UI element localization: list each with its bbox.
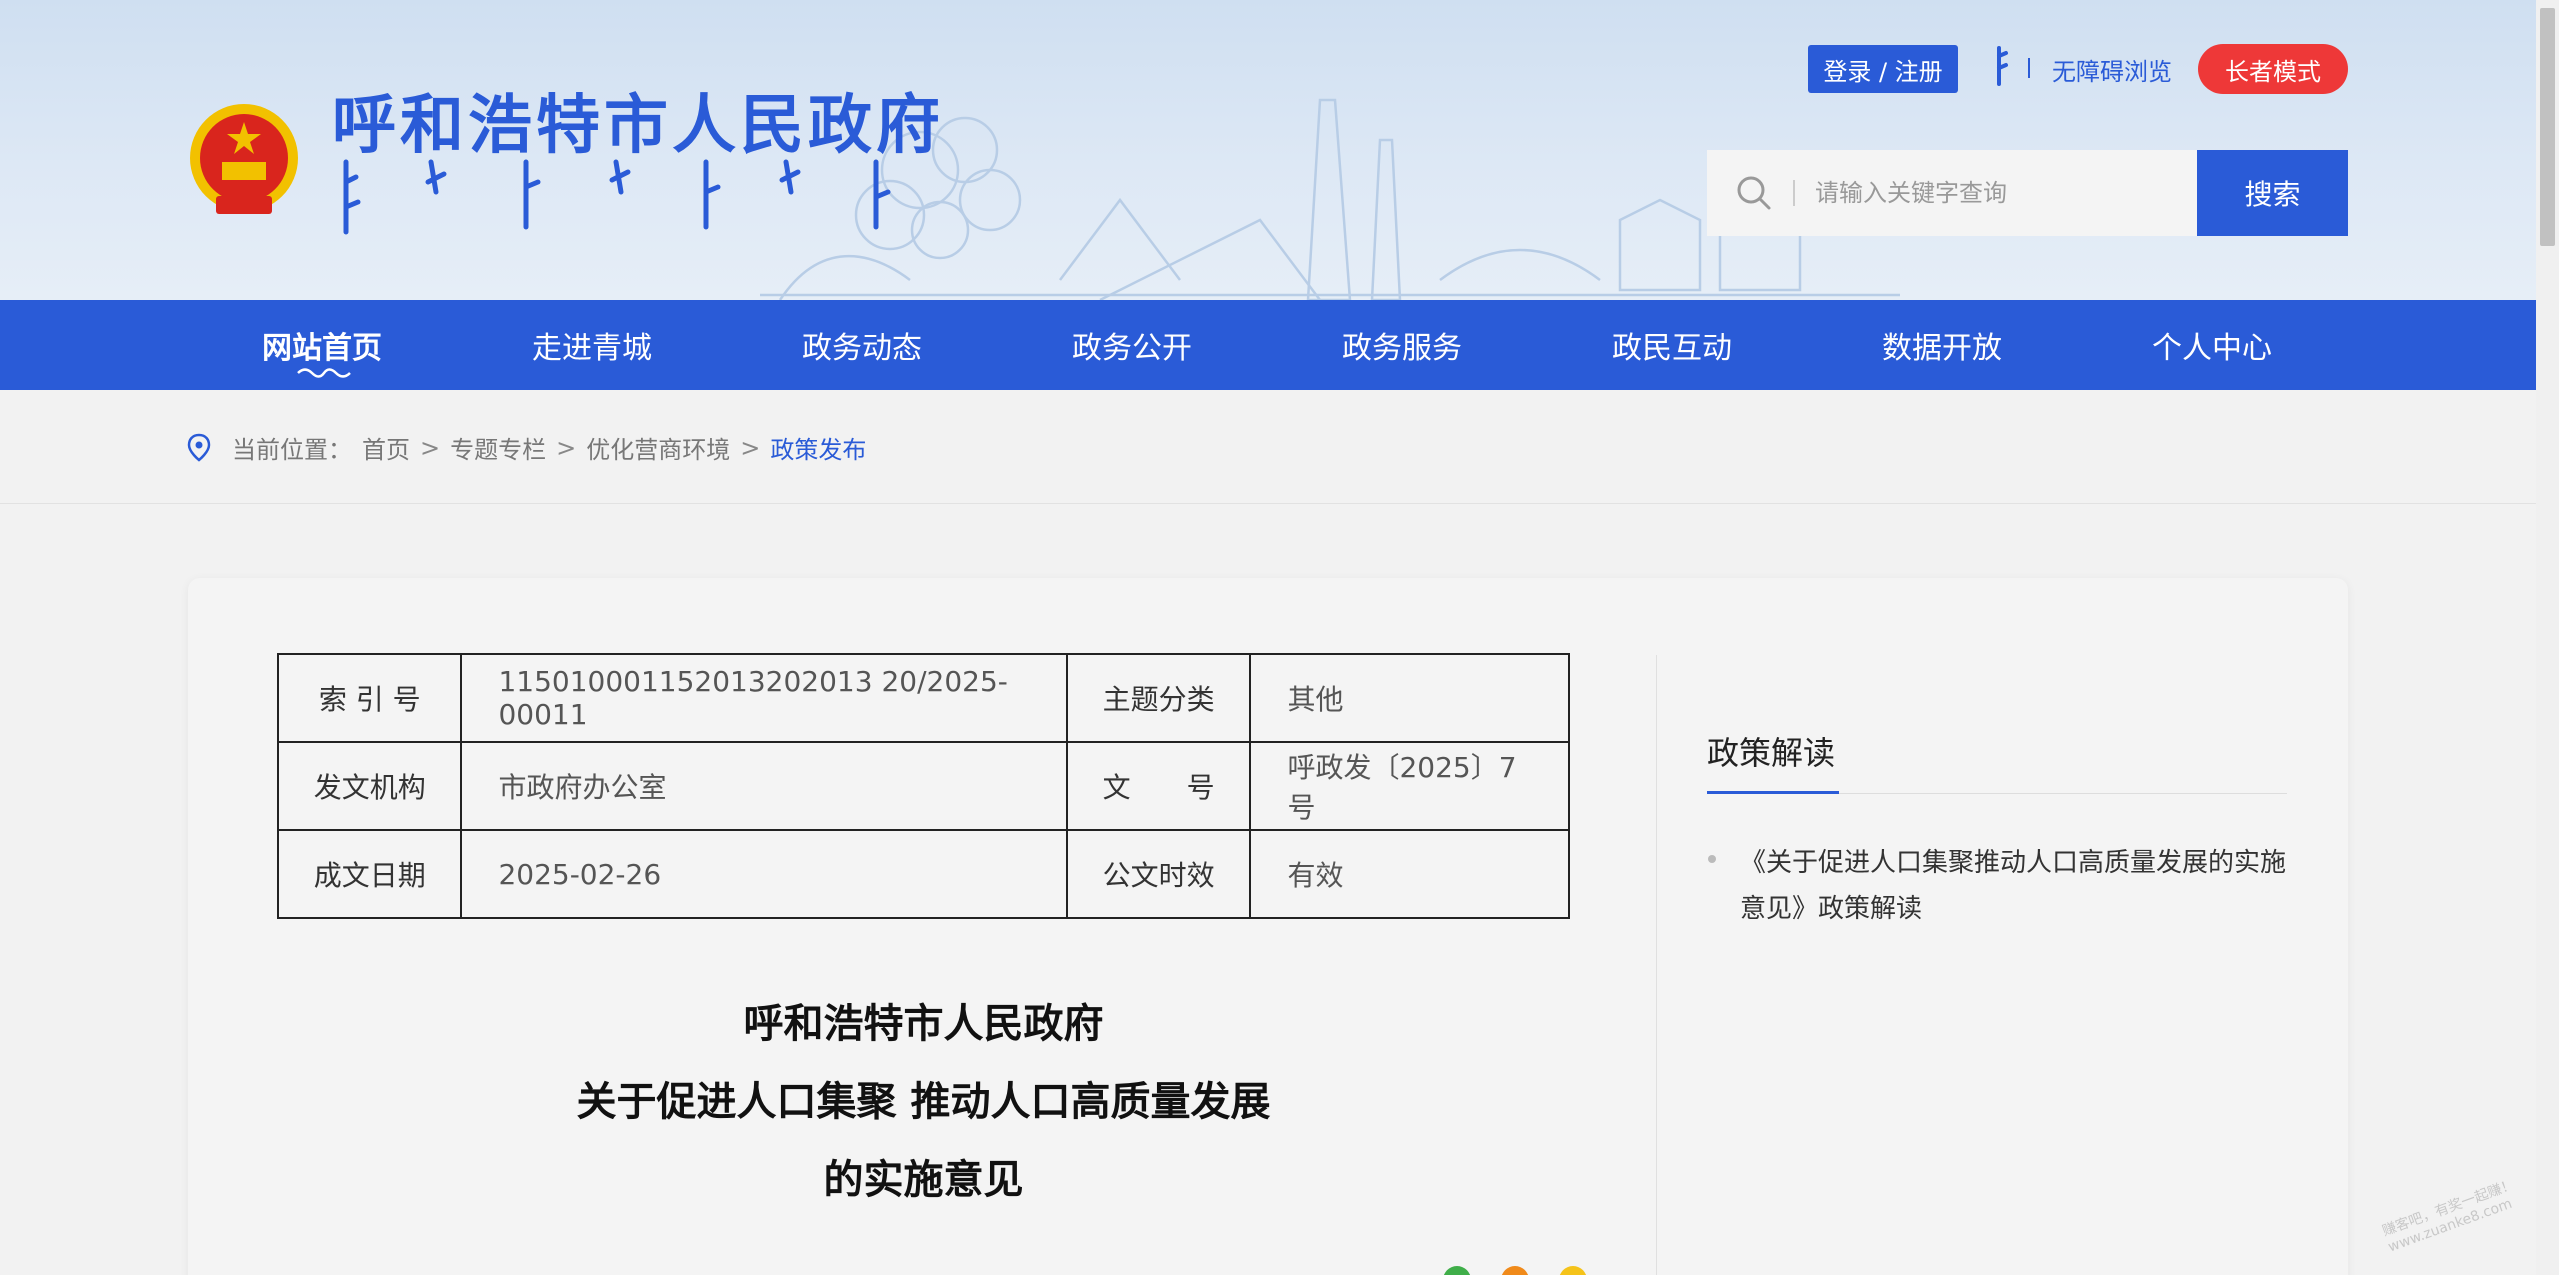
policy-interpretation-link[interactable]: 《关于促进人口集聚推动人口高质量发展的实施意见》政策解读 (1740, 840, 2300, 932)
table-row: 成文日期 2025-02-26 公文时效 有效 (276, 829, 1570, 919)
meta-value: 其他 (1249, 653, 1570, 743)
mongolian-language-icon[interactable] (1988, 44, 2010, 88)
meta-label: 公文时效 (1065, 829, 1252, 919)
table-row: 发文机构 市政府办公室 文 号 呼政发〔2025〕7号 (276, 741, 1570, 831)
search-button[interactable]: 搜索 (2197, 150, 2348, 236)
meta-value: 呼政发〔2025〕7号 (1249, 741, 1570, 831)
breadcrumb-separator: > (556, 433, 577, 462)
document-title-line: 呼和浩特市人民政府 (743, 1001, 1104, 1047)
share-icons-partial[interactable] (1435, 1266, 1595, 1275)
accessibility-link[interactable]: 无障碍浏览 (2052, 52, 2172, 87)
elder-mode-button[interactable]: 长者模式 (2198, 44, 2348, 94)
page-scrollbar[interactable] (2536, 0, 2559, 1275)
login-register-button[interactable]: 登录 / 注册 (1808, 45, 1958, 93)
document-title-line: 关于促进人口集聚 推动人口高质量发展 (576, 1079, 1271, 1125)
meta-label: 发文机构 (276, 741, 463, 831)
breadcrumb-item-home[interactable]: 首页 (362, 430, 410, 465)
meta-label: 主题分类 (1065, 653, 1252, 743)
header-divider (2028, 58, 2030, 78)
meta-label: 索 引 号 (276, 653, 463, 743)
breadcrumb-separator: > (420, 433, 441, 462)
search-icon (1737, 176, 1771, 210)
watermark-text: 赚客吧，有奖一起赚！ www.zuanke8.com (2380, 1176, 2518, 1256)
search-input[interactable] (1815, 170, 2185, 216)
meta-label: 成文日期 (276, 829, 463, 919)
meta-value: 2025-02-26 (460, 829, 1068, 919)
nav-item-about-city[interactable]: 走进青城 (532, 300, 652, 390)
breadcrumb: 当前位置： 首页 > 专题专栏 > 优化营商环境 > 政策发布 (186, 430, 876, 465)
policy-interpretation-heading: 政策解读 (1707, 734, 1836, 772)
mongolian-script-title (343, 159, 891, 235)
breadcrumb-prefix: 当前位置： (232, 436, 352, 464)
search-box (1707, 150, 2197, 236)
nav-item-personal-center[interactable]: 个人中心 (2152, 300, 2272, 390)
document-meta-table: 索 引 号 115010001152013202013 20/2025-0001… (276, 653, 1570, 919)
breadcrumb-item-business-env[interactable]: 优化营商环境 (586, 430, 730, 465)
column-divider (1656, 655, 1657, 1275)
breadcrumb-item-topics[interactable]: 专题专栏 (450, 430, 546, 465)
document-title-line: 的实施意见 (823, 1157, 1024, 1203)
nav-item-gov-news[interactable]: 政务动态 (802, 300, 922, 390)
sidebar-heading-accent (1707, 791, 1839, 794)
table-row: 索 引 号 115010001152013202013 20/2025-0001… (276, 653, 1570, 743)
document-title: 呼和浩特市人民政府 关于促进人口集聚 推动人口高质量发展 的实施意见 (277, 985, 1570, 1219)
scrollbar-thumb[interactable] (2540, 8, 2555, 246)
bullet-icon (1708, 855, 1716, 863)
main-nav: 网站首页 走进青城 政务动态 政务公开 政务服务 政民互动 数据开放 个人中心 (0, 300, 2536, 390)
nav-item-gov-open[interactable]: 政务公开 (1072, 300, 1192, 390)
active-nav-ornament-icon (297, 368, 351, 378)
meta-value: 115010001152013202013 20/2025-00011 (460, 653, 1068, 743)
national-emblem-logo (190, 104, 298, 214)
location-pin-icon (187, 433, 211, 462)
meta-label: 文 号 (1065, 741, 1252, 831)
meta-value: 有效 (1249, 829, 1570, 919)
breadcrumb-separator: > (740, 433, 761, 462)
nav-item-gov-service[interactable]: 政务服务 (1342, 300, 1462, 390)
meta-value: 市政府办公室 (460, 741, 1068, 831)
nav-item-open-data[interactable]: 数据开放 (1882, 300, 2002, 390)
nav-item-interaction[interactable]: 政民互动 (1612, 300, 1732, 390)
search-divider (1793, 180, 1795, 206)
breadcrumb-item-current[interactable]: 政策发布 (770, 430, 866, 465)
